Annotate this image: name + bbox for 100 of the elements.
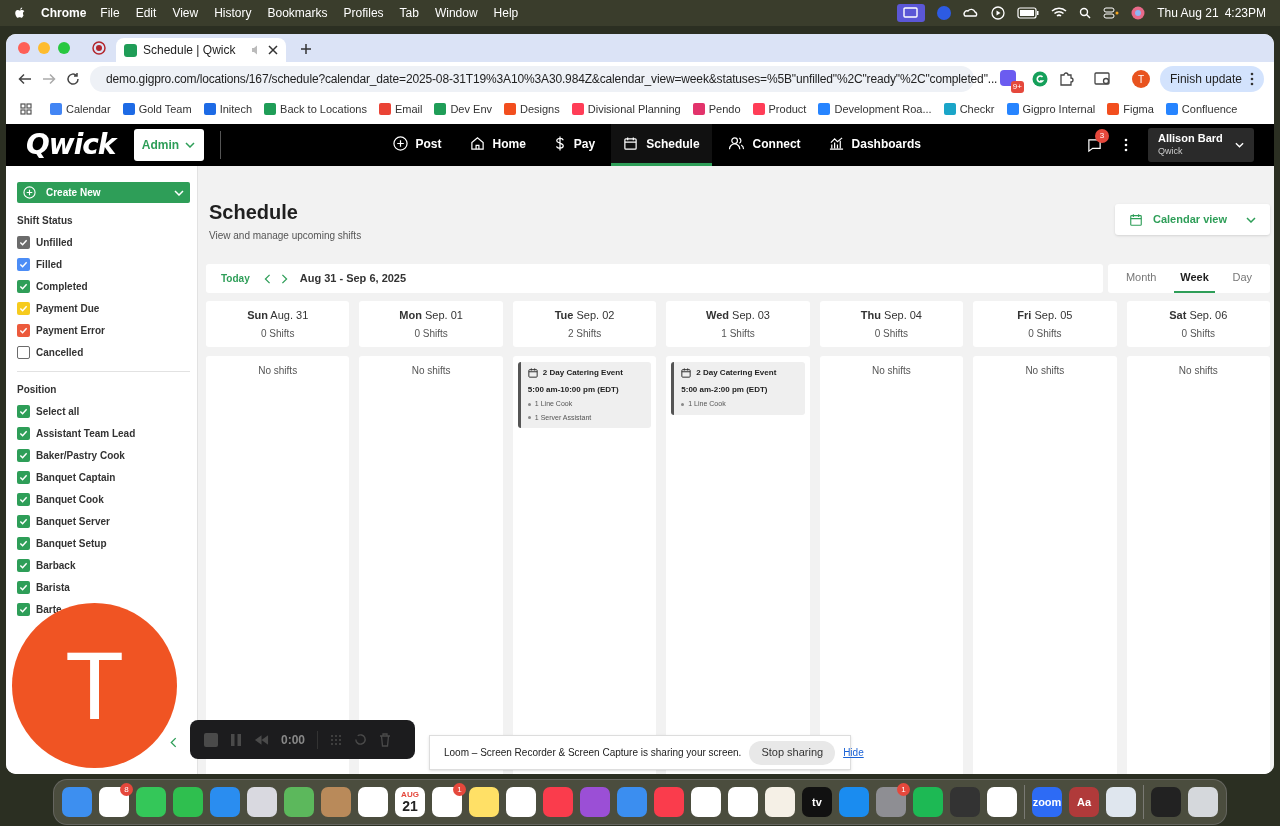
grammar-extension-icon[interactable] — [1031, 71, 1048, 87]
app-icon[interactable] — [1106, 787, 1136, 817]
nav-tab[interactable]: Post — [380, 124, 454, 166]
screen-share-icon[interactable] — [897, 4, 926, 22]
record-icon[interactable] — [92, 41, 106, 55]
checkbox[interactable] — [17, 492, 30, 506]
battery-icon[interactable] — [1017, 7, 1040, 19]
stop-sharing-button[interactable]: Stop sharing — [749, 740, 836, 765]
checkbox[interactable] — [17, 514, 30, 528]
bookmark-link[interactable]: Figma — [1107, 100, 1154, 118]
checkbox[interactable] — [17, 558, 30, 572]
app-icon[interactable] — [136, 787, 166, 817]
nav-tab[interactable]: Schedule — [611, 124, 712, 166]
checkbox[interactable] — [17, 448, 30, 462]
app-icon[interactable] — [691, 787, 721, 817]
zoom-status-icon[interactable] — [937, 6, 952, 20]
bookmark-link[interactable]: Pendo — [692, 100, 741, 118]
app-icon[interactable] — [1188, 787, 1218, 817]
new-tab-icon[interactable] — [300, 43, 312, 55]
collapse-sidebar-icon[interactable] — [170, 737, 177, 748]
control-center-icon[interactable] — [1103, 7, 1120, 19]
app-icon[interactable] — [765, 787, 795, 817]
checkbox[interactable] — [17, 536, 30, 550]
close-window-button[interactable] — [18, 42, 30, 54]
qwick-logo[interactable]: Qwick — [26, 124, 116, 166]
checkbox[interactable] — [17, 345, 30, 359]
cloud-icon[interactable] — [963, 7, 980, 19]
rewind-icon[interactable] — [254, 734, 269, 745]
bookmark-link[interactable]: Confluence — [1165, 100, 1238, 118]
app-icon[interactable]: tv — [802, 787, 832, 817]
checkbox[interactable] — [17, 257, 30, 271]
bookmark-link[interactable]: Checkr — [943, 100, 995, 118]
search-icon[interactable] — [1079, 7, 1092, 19]
app-icon[interactable]: Aa — [1069, 787, 1099, 817]
checkbox[interactable] — [17, 580, 30, 594]
play-icon[interactable] — [991, 6, 1006, 20]
view-tab[interactable]: Month — [1119, 264, 1163, 293]
menu-item[interactable]: Profiles — [343, 4, 384, 22]
finish-update-button[interactable]: Finish update — [1159, 66, 1264, 92]
close-icon[interactable] — [268, 45, 278, 55]
more-icon[interactable] — [1250, 72, 1254, 86]
app-icon[interactable] — [284, 787, 314, 817]
checkbox[interactable] — [17, 404, 30, 418]
menu-item[interactable]: Edit — [135, 4, 157, 22]
app-icon[interactable] — [358, 787, 388, 817]
tab-search-icon[interactable] — [1093, 71, 1112, 87]
stop-recording-button[interactable] — [204, 732, 218, 747]
menu-item[interactable]: Chrome — [41, 4, 87, 22]
checkbox[interactable] — [17, 279, 30, 293]
view-tab[interactable]: Week — [1174, 264, 1215, 293]
bookmark-link[interactable]: Designs — [504, 100, 560, 118]
checkbox[interactable] — [17, 602, 30, 616]
extension-icon[interactable] — [999, 70, 1016, 86]
bookmark-link[interactable]: Gigpro Internal — [1006, 100, 1096, 118]
app-icon[interactable]: zoom — [1032, 787, 1062, 817]
maximize-window-button[interactable] — [58, 42, 70, 54]
nav-tab[interactable]: Connect — [715, 124, 813, 166]
bookmark-link[interactable]: Dev Env — [434, 100, 492, 118]
bookmark-link[interactable]: Back to Locations — [264, 100, 367, 118]
menu-item[interactable]: Help — [493, 4, 519, 22]
bookmark-link[interactable]: Email — [378, 100, 423, 118]
app-icon[interactable]: AUG 21 — [395, 787, 425, 817]
bookmark-link[interactable]: Development Roa... — [818, 100, 932, 118]
profile-avatar[interactable]: T — [1131, 70, 1150, 88]
extensions-icon[interactable] — [1057, 71, 1074, 87]
nav-tab[interactable]: Dashboards — [816, 124, 933, 166]
reload-icon[interactable] — [66, 72, 80, 86]
menu-item[interactable]: File — [100, 4, 120, 22]
app-icon[interactable] — [987, 787, 1017, 817]
siri-icon[interactable] — [1131, 6, 1146, 20]
bookmark-link[interactable]: Product — [752, 100, 807, 118]
menu-item[interactable]: History — [214, 4, 252, 22]
forward-icon[interactable] — [42, 72, 56, 86]
today-button[interactable]: Today — [221, 271, 250, 286]
nav-tab[interactable]: Pay — [541, 124, 608, 166]
nav-tab[interactable]: Home — [457, 124, 538, 166]
apps-icon[interactable] — [20, 103, 32, 115]
more-icon[interactable] — [1124, 138, 1128, 152]
menu-item[interactable]: Tab — [399, 4, 419, 22]
checkbox[interactable] — [17, 235, 30, 249]
checkbox[interactable] — [17, 323, 30, 337]
bookmark-link[interactable]: Initech — [203, 100, 253, 118]
back-icon[interactable] — [18, 72, 32, 86]
app-icon[interactable] — [728, 787, 758, 817]
hide-link[interactable]: Hide — [843, 745, 864, 760]
bookmark-link[interactable]: Divisional Planning — [571, 100, 681, 118]
bookmark-link[interactable]: Gold Team — [122, 100, 192, 118]
menu-item[interactable]: Bookmarks — [267, 4, 328, 22]
checkbox[interactable] — [17, 301, 30, 315]
chat-icon[interactable] — [1087, 137, 1102, 153]
bookmark-link[interactable]: Calendar — [50, 100, 111, 118]
previous-week-icon[interactable] — [263, 273, 271, 284]
user-menu[interactable]: Allison Bard Qwick — [1148, 128, 1254, 162]
menu-item[interactable]: View — [172, 4, 199, 22]
trash-icon[interactable] — [379, 732, 392, 747]
pause-icon[interactable] — [230, 732, 242, 747]
browser-tab[interactable]: Schedule | Qwick — [116, 38, 286, 62]
view-tab[interactable]: Day — [1226, 264, 1259, 293]
menu-item[interactable]: Window — [434, 4, 478, 22]
app-icon[interactable] — [247, 787, 277, 817]
